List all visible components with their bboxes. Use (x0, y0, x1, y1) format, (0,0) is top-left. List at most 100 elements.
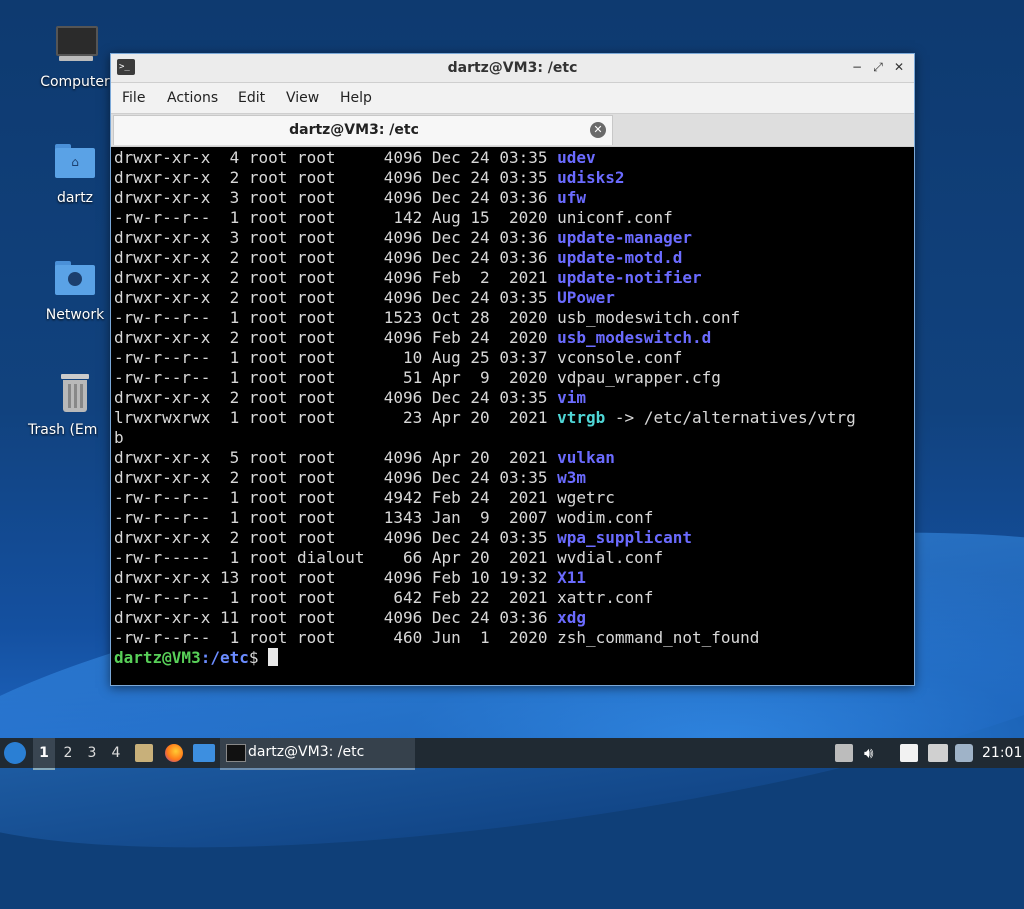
file-name: udisks2 (557, 168, 625, 187)
file-name: xdg (557, 608, 587, 627)
terminal-line: drwxr-xr-x 2 root root 4096 Dec 24 03:35… (114, 168, 911, 188)
file-name: uniconf.conf (557, 208, 673, 227)
terminal-line: -rw-r--r-- 1 root root 642 Feb 22 2021 x… (114, 588, 911, 608)
file-name: vim (557, 388, 587, 407)
menu-file[interactable]: File (122, 90, 145, 106)
prompt-symbol: $ (248, 648, 269, 667)
terminal-line: lrwxrwxrwx 1 root root 23 Apr 20 2021 vt… (114, 408, 911, 428)
window-title: dartz@VM3: /etc (447, 60, 578, 76)
file-meta: drwxr-xr-x 2 root root 4096 Feb 24 2020 (114, 328, 558, 347)
file-meta: -rw-r--r-- 1 root root 10 Aug 25 03:37 (114, 348, 558, 367)
file-name: UPower (557, 288, 615, 307)
terminal-line: -rw-r--r-- 1 root root 1523 Oct 28 2020 … (114, 308, 911, 328)
terminal-line: drwxr-xr-x 2 root root 4096 Dec 24 03:35… (114, 288, 911, 308)
terminal-line: drwxr-xr-x 4 root root 4096 Dec 24 03:35… (114, 148, 911, 168)
link-target: -> /etc/alternatives/vtrg (605, 408, 856, 427)
update-icon[interactable] (835, 744, 853, 762)
file-name: X11 (557, 568, 587, 587)
tab-bar: dartz@VM3: /etc ✕ (111, 113, 914, 147)
workspace-2[interactable]: 2 (57, 738, 79, 768)
file-manager-icon[interactable] (135, 744, 153, 762)
terminal-line: b (114, 428, 911, 448)
file-meta: drwxr-xr-x 5 root root 4096 Apr 20 2021 (114, 448, 558, 467)
terminal-line: -rw-r--r-- 1 root root 4942 Feb 24 2021 … (114, 488, 911, 508)
file-name: xattr.conf (557, 588, 654, 607)
file-name: usb_modeswitch.conf (557, 308, 741, 327)
clock[interactable]: 21:01 (982, 738, 1022, 768)
terminal-line: -rw-r--r-- 1 root root 10 Aug 25 03:37 v… (114, 348, 911, 368)
terminal-line: -rw-r--r-- 1 root root 142 Aug 15 2020 u… (114, 208, 911, 228)
file-name: zsh_command_not_found (557, 628, 760, 647)
app-menu-icon[interactable] (4, 742, 26, 764)
terminal-line: drwxr-xr-x 3 root root 4096 Dec 24 03:36… (114, 228, 911, 248)
file-meta: drwxr-xr-x 11 root root 4096 Dec 24 03:3… (114, 608, 558, 627)
file-name: update-manager (557, 228, 692, 247)
tab-terminal[interactable]: dartz@VM3: /etc ✕ (113, 115, 613, 145)
file-meta: b (114, 428, 124, 447)
file-meta: drwxr-xr-x 2 root root 4096 Dec 24 03:35 (114, 468, 558, 487)
file-meta: drwxr-xr-x 2 root root 4096 Dec 24 03:35 (114, 388, 558, 407)
file-meta: -rw-r--r-- 1 root root 4942 Feb 24 2021 (114, 488, 558, 507)
file-name: udev (557, 148, 596, 167)
file-name: vulkan (557, 448, 615, 467)
network-icon[interactable] (928, 744, 948, 762)
workspace-4[interactable]: 4 (105, 738, 127, 768)
file-meta: drwxr-xr-x 2 root root 4096 Dec 24 03:35 (114, 168, 558, 187)
terminal-line: drwxr-xr-x 2 root root 4096 Dec 24 03:36… (114, 248, 911, 268)
minimize-button[interactable]: − (849, 59, 865, 75)
menu-help[interactable]: Help (340, 90, 372, 106)
file-meta: drwxr-xr-x 2 root root 4096 Dec 24 03:36 (114, 248, 558, 267)
tab-label: dartz@VM3: /etc (289, 122, 419, 138)
menu-actions[interactable]: Actions (167, 90, 218, 106)
file-meta: drwxr-xr-x 13 root root 4096 Feb 10 19:3… (114, 568, 558, 587)
file-meta: drwxr-xr-x 2 root root 4096 Dec 24 03:35 (114, 528, 558, 547)
desktop-icon-label: Trash (Empty) (28, 422, 98, 438)
terminal-line: drwxr-xr-x 2 root root 4096 Feb 2 2021 u… (114, 268, 911, 288)
menu-edit[interactable]: Edit (238, 90, 265, 106)
terminal-window[interactable]: >_ dartz@VM3: /etc − ⤢ ✕ File Actions Ed… (110, 53, 915, 686)
file-meta: -rw-r--r-- 1 root root 142 Aug 15 2020 (114, 208, 558, 227)
workspace-3[interactable]: 3 (81, 738, 103, 768)
file-meta: -rw-r--r-- 1 root root 51 Apr 9 2020 (114, 368, 558, 387)
maximize-button[interactable]: ⤢ (870, 59, 886, 75)
file-meta: drwxr-xr-x 2 root root 4096 Dec 24 03:35 (114, 288, 558, 307)
firefox-icon[interactable] (165, 744, 183, 762)
computer-icon (53, 24, 98, 68)
prompt-path: :/etc (200, 648, 249, 667)
file-meta: -rw-r----- 1 root dialout 66 Apr 20 2021 (114, 548, 558, 567)
title-bar[interactable]: >_ dartz@VM3: /etc − ⤢ ✕ (111, 54, 914, 83)
file-name: wgetrc (557, 488, 615, 507)
text-cursor (268, 648, 279, 666)
close-button[interactable]: ✕ (891, 59, 907, 75)
file-meta: drwxr-xr-x 3 root root 4096 Dec 24 03:36 (114, 228, 558, 247)
terminal-line: drwxr-xr-x 2 root root 4096 Feb 24 2020 … (114, 328, 911, 348)
file-name: wpa_supplicant (557, 528, 692, 547)
file-name: ufw (557, 188, 587, 207)
terminal-output[interactable]: drwxr-xr-x 4 root root 4096 Dec 24 03:35… (114, 148, 911, 682)
terminal-line: drwxr-xr-x 2 root root 4096 Dec 24 03:35… (114, 528, 911, 548)
file-name: vtrgb (557, 408, 606, 427)
tab-close-icon[interactable]: ✕ (590, 122, 606, 138)
shell-prompt[interactable]: dartz@VM3:/etc$ (114, 648, 911, 668)
file-meta: -rw-r--r-- 1 root root 460 Jun 1 2020 (114, 628, 558, 647)
file-name: vdpau_wrapper.cfg (557, 368, 721, 387)
menu-view[interactable]: View (286, 90, 319, 106)
taskbar-task-terminal[interactable]: dartz@VM3: /etc (220, 738, 415, 770)
task-label: dartz@VM3: /etc (248, 744, 365, 760)
file-name: update-motd.d (557, 248, 683, 267)
file-name: update-notifier (557, 268, 702, 287)
clipboard-icon[interactable] (900, 744, 918, 762)
workspace-1[interactable]: 1 (33, 738, 55, 770)
terminal-task-icon (226, 744, 246, 762)
volume-icon[interactable]: 🔊︎ (864, 744, 882, 762)
file-name: usb_modeswitch.d (557, 328, 712, 347)
file-name: wvdial.conf (557, 548, 664, 567)
show-desktop-icon[interactable] (193, 744, 215, 762)
terminal-line: -rw-r--r-- 1 root root 460 Jun 1 2020 zs… (114, 628, 911, 648)
terminal-line: -rw-r----- 1 root dialout 66 Apr 20 2021… (114, 548, 911, 568)
file-name: w3m (557, 468, 587, 487)
file-meta: lrwxrwxrwx 1 root root 23 Apr 20 2021 (114, 408, 558, 427)
file-meta: -rw-r--r-- 1 root root 1343 Jan 9 2007 (114, 508, 558, 527)
notification-icon[interactable] (955, 744, 973, 762)
terminal-line: drwxr-xr-x 2 root root 4096 Dec 24 03:35… (114, 468, 911, 488)
